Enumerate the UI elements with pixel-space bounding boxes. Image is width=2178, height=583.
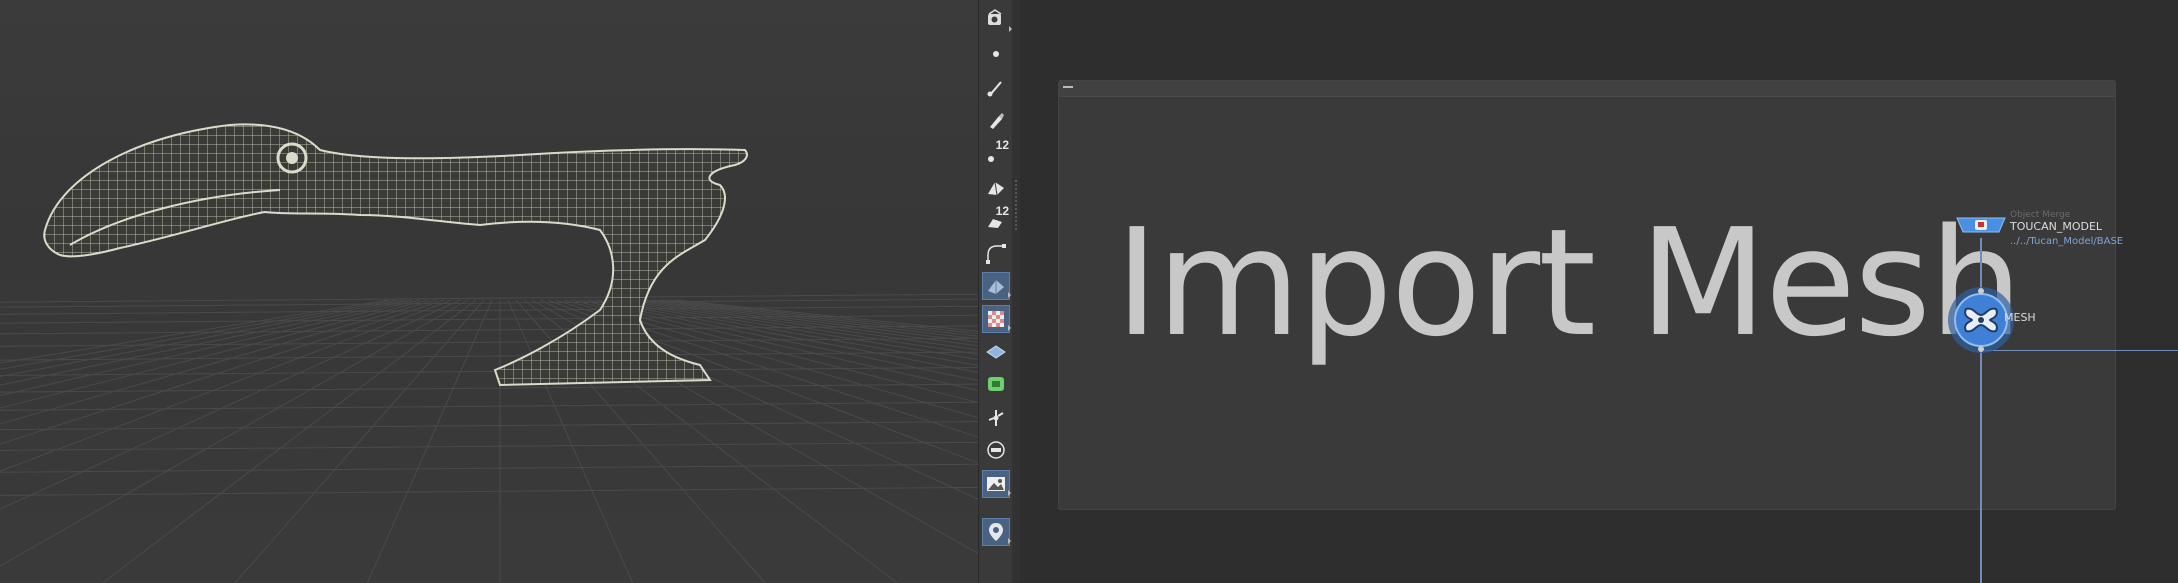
object-merge-icon [1956, 217, 2006, 233]
checker-texture-icon [985, 308, 1007, 330]
display-options-icon [985, 439, 1007, 461]
point-icon [985, 43, 1007, 65]
grid-line [0, 299, 453, 472]
snap-curve-icon [985, 243, 1007, 265]
light-icon [985, 407, 1007, 429]
tool-texture-button[interactable] [982, 305, 1011, 333]
object-merge-node[interactable] [1955, 216, 2007, 234]
view-camera-icon [985, 8, 1007, 30]
pane-splitter[interactable] [1012, 0, 1020, 583]
grid-line [0, 299, 421, 396]
collapse-icon[interactable] [1063, 86, 1073, 88]
node-wire [1980, 238, 1982, 288]
uv-icon [985, 373, 1007, 395]
tool-view-button[interactable] [982, 5, 1012, 33]
network-box-titlebar[interactable] [1059, 81, 2115, 97]
tool-background-button[interactable] [982, 470, 1011, 498]
scene-viewport[interactable] [0, 0, 978, 583]
tool-snap-button[interactable] [982, 240, 1010, 268]
template-icon [985, 341, 1007, 363]
tool-pen-button[interactable] [982, 106, 1010, 134]
tool-display-button[interactable] [982, 436, 1010, 464]
tool-prim-numbers-button[interactable]: 12 [982, 204, 1010, 234]
grid-line [0, 383, 978, 393]
object-merge-node-name[interactable]: TOUCAN_MODEL [2010, 220, 2102, 233]
primitive-icon [985, 176, 1007, 198]
node-wire [1980, 338, 1982, 583]
grid-line [0, 486, 978, 496]
grid-line [0, 401, 978, 411]
node-type-label: Object Merge [2010, 210, 2071, 220]
grid-line [0, 421, 978, 431]
toucan-wireframe [43, 123, 748, 387]
submenu-arrow-icon [1008, 538, 1011, 544]
brush-icon [985, 77, 1007, 99]
tool-uv-button[interactable] [982, 370, 1010, 398]
grid-line [0, 351, 978, 361]
pen-icon [985, 109, 1007, 131]
tool-template-button[interactable] [982, 338, 1010, 366]
grid-line [0, 299, 413, 386]
grid-line [675, 299, 978, 332]
splitter-grip[interactable] [1015, 180, 1017, 230]
background-image-icon [985, 473, 1007, 495]
grid-line [0, 299, 405, 378]
tool-label: 12 [995, 138, 1009, 152]
submenu-arrow-icon [1008, 490, 1011, 496]
tool-points-button[interactable] [982, 40, 1010, 68]
network-box-title: Import Mesh [1115, 197, 2023, 369]
floor-grid [0, 293, 978, 583]
grid-line [0, 441, 978, 451]
viewport-canvas[interactable] [0, 0, 978, 583]
network-editor[interactable]: Import Mesh Object Merge TOUCAN_MODEL ..… [1020, 0, 2178, 583]
grid-line [627, 299, 978, 351]
grid-line [0, 463, 978, 473]
grid-line [0, 299, 461, 510]
tool-label: 12 [995, 204, 1009, 218]
viewport-toolbar: 12 12 [978, 0, 1014, 583]
submenu-arrow-icon [1008, 325, 1011, 331]
grid-line [0, 299, 389, 364]
object-merge-node-path: ../../Tucan_Model/BASE [2010, 236, 2124, 247]
tool-location-button[interactable] [982, 518, 1011, 546]
grid-line [0, 293, 978, 303]
location-pin-icon [985, 521, 1007, 543]
tool-brush-button[interactable] [982, 74, 1010, 102]
grid-line [0, 325, 978, 335]
shaded-mode-icon [985, 275, 1007, 297]
grid-line [0, 299, 445, 445]
tool-shaded-button[interactable] [982, 272, 1011, 300]
tool-prim-button[interactable] [982, 173, 1010, 201]
submenu-arrow-icon [1008, 292, 1011, 298]
grid-line [0, 299, 397, 370]
tool-light-button[interactable] [982, 404, 1010, 432]
mesh-node-name[interactable]: MESH [2004, 311, 2036, 324]
tool-point-numbers-button[interactable]: 12 [982, 138, 1010, 168]
grid-line [0, 299, 429, 409]
